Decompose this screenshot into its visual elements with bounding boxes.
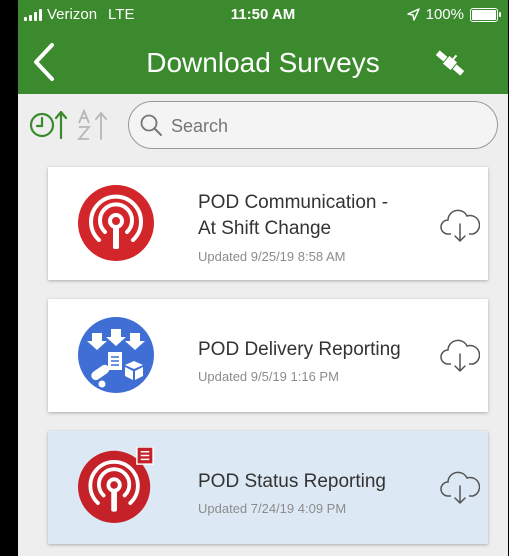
survey-title: POD Communication - At Shift Change xyxy=(198,192,389,239)
broadcast-tower-icon xyxy=(78,185,154,261)
satellite-icon[interactable] xyxy=(432,46,468,80)
survey-updated: Updated 7/24/19 4:09 PM xyxy=(198,501,347,516)
delivery-distribution-icon xyxy=(78,317,154,393)
cloud-download-icon[interactable] xyxy=(440,207,480,243)
battery-percent: 100% xyxy=(425,6,464,23)
location-arrow-icon xyxy=(406,8,420,21)
nav-bar: Download Surveys xyxy=(18,30,508,94)
survey-card-pod-communication[interactable]: POD Communication - At Shift Change Upda… xyxy=(48,167,488,280)
survey-card-pod-status[interactable]: POD Status Reporting Updated 7/24/19 4:0… xyxy=(48,431,488,544)
status-bar: Verizon LTE 11:50 AM 100% xyxy=(18,0,508,30)
sort-search-toolbar xyxy=(18,94,508,158)
app-screen: Verizon LTE 11:50 AM 100% Download Surve… xyxy=(18,0,508,556)
az-sort-icon[interactable] xyxy=(76,108,110,142)
cloud-download-icon[interactable] xyxy=(440,469,480,505)
survey-title: POD Status Reporting xyxy=(198,471,386,492)
battery-icon xyxy=(470,7,501,22)
status-right: 100% xyxy=(406,6,501,23)
clock-sort-icon[interactable] xyxy=(28,108,68,142)
search-box[interactable] xyxy=(128,101,498,149)
cloud-download-icon[interactable] xyxy=(440,337,480,373)
survey-updated: Updated 9/5/19 1:16 PM xyxy=(198,369,339,384)
survey-updated: Updated 9/25/19 8:58 AM xyxy=(198,249,346,264)
search-icon xyxy=(140,114,162,136)
search-input[interactable] xyxy=(169,115,473,138)
survey-title: POD Delivery Reporting xyxy=(198,339,401,360)
survey-card-pod-delivery[interactable]: POD Delivery Reporting Updated 9/5/19 1:… xyxy=(48,299,488,412)
broadcast-tower-form-icon xyxy=(78,447,154,523)
